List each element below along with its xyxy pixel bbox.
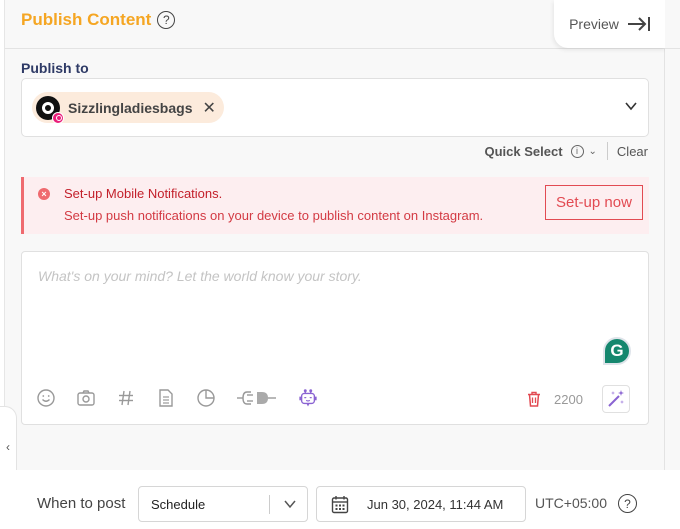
pie-chart-icon[interactable] xyxy=(196,388,216,408)
right-panel-strip xyxy=(665,0,680,470)
date-time-picker[interactable]: Jun 30, 2024, 11:44 AM xyxy=(316,486,526,522)
account-name: Sizzlingladiesbags xyxy=(68,99,193,116)
grammarly-icon[interactable]: G xyxy=(603,337,631,365)
publish-to-label: Publish to xyxy=(21,60,89,76)
quick-select-row: Quick Select i ⌄ Clear xyxy=(484,142,648,160)
plug-icon[interactable] xyxy=(236,388,278,408)
instagram-icon xyxy=(52,111,64,124)
page-title: Publish Content ? xyxy=(21,10,176,30)
chevron-left-icon: ‹ xyxy=(6,440,10,454)
hashtag-icon[interactable] xyxy=(116,388,136,408)
info-icon[interactable]: i xyxy=(570,144,584,158)
account-chip: Sizzlingladiesbags ✕ xyxy=(32,92,224,124)
panel-header: Publish Content ? Preview xyxy=(5,0,666,49)
quick-select-button[interactable]: Quick Select xyxy=(484,144,562,159)
timezone-label: UTC+05:00 xyxy=(535,495,607,511)
magic-wand-icon xyxy=(608,390,624,407)
close-icon[interactable]: ✕ xyxy=(202,98,215,118)
question-circle-icon[interactable]: ? xyxy=(618,494,637,513)
post-editor[interactable]: What's on your mind? Let the world know … xyxy=(21,251,649,425)
trash-icon[interactable] xyxy=(526,391,542,407)
smiley-icon[interactable] xyxy=(36,388,56,408)
robot-icon[interactable] xyxy=(298,388,318,408)
camera-icon[interactable] xyxy=(76,388,96,408)
account-selector[interactable]: Sizzlingladiesbags ✕ xyxy=(21,78,649,137)
error-circle-icon: × xyxy=(38,188,50,200)
publish-panel: Publish Content ? Preview Publish to Siz… xyxy=(4,0,666,470)
schedule-footer: When to post Schedule Jun 30, 2024, 11:4… xyxy=(0,470,680,529)
date-value: Jun 30, 2024, 11:44 AM xyxy=(367,497,504,512)
schedule-select[interactable]: Schedule xyxy=(138,486,308,522)
clear-button[interactable]: Clear xyxy=(617,144,648,159)
chevron-down-icon[interactable] xyxy=(624,99,638,113)
char-counter-area: 2200 xyxy=(526,391,583,407)
arrow-to-right-icon xyxy=(627,17,650,31)
editor-toolbar xyxy=(36,388,318,408)
chevron-down-icon[interactable]: ⌄ xyxy=(589,146,597,157)
when-to-post-label: When to post xyxy=(37,495,126,512)
alert-title: Set-up Mobile Notifications. xyxy=(64,186,223,201)
page-title-text: Publish Content xyxy=(21,10,152,29)
calendar-icon xyxy=(331,496,349,514)
setup-now-button[interactable]: Set-up now xyxy=(545,185,643,220)
document-icon[interactable] xyxy=(156,388,176,408)
char-count: 2200 xyxy=(554,391,583,407)
preview-button[interactable]: Preview xyxy=(554,0,666,48)
divider xyxy=(665,48,680,49)
alert-description: Set-up push notifications on your device… xyxy=(64,208,484,223)
schedule-value: Schedule xyxy=(151,497,206,512)
divider xyxy=(606,142,608,160)
question-circle-icon[interactable]: ? xyxy=(157,11,176,29)
avatar xyxy=(36,95,64,124)
editor-placeholder[interactable]: What's on your mind? Let the world know … xyxy=(38,268,362,284)
chevron-down-icon[interactable] xyxy=(283,497,297,511)
preview-label: Preview xyxy=(569,16,619,32)
divider xyxy=(269,495,270,514)
magic-wand-button[interactable] xyxy=(602,385,630,413)
notification-alert: × Set-up Mobile Notifications. Set-up pu… xyxy=(21,177,649,234)
